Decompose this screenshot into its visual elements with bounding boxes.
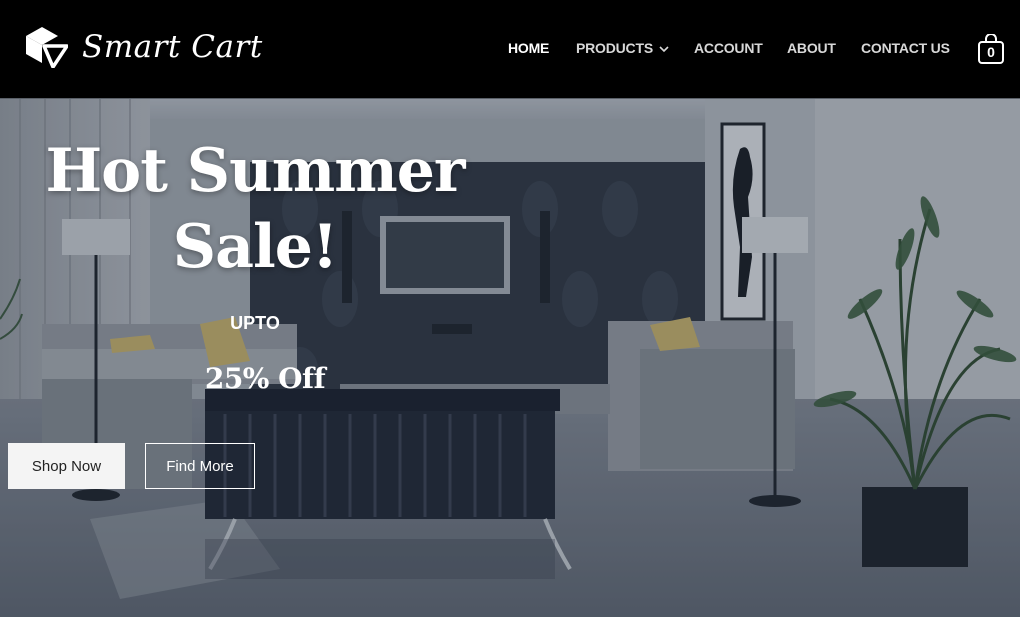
shop-now-button[interactable]: Shop Now: [8, 443, 125, 489]
hero-title-line2: Sale!: [172, 212, 339, 282]
nav-home[interactable]: HOME: [508, 40, 549, 56]
chevron-down-icon: [659, 46, 669, 53]
hero-title: Hot Summer Sale!: [40, 133, 470, 285]
main-nav: HOME PRODUCTS ACCOUNT ABOUT CONTACT US: [0, 40, 1020, 60]
nav-about[interactable]: ABOUT: [787, 40, 836, 56]
site-header: Smart Cart HOME PRODUCTS ACCOUNT ABOUT C…: [0, 0, 1020, 99]
hero-title-line1: Hot Summer: [45, 136, 465, 206]
find-more-button[interactable]: Find More: [145, 443, 255, 489]
nav-products-label: PRODUCTS: [576, 40, 653, 56]
hero-banner: Hot Summer Sale! UPTO 25% Off Shop Now F…: [0, 99, 1020, 617]
cart-count: 0: [987, 44, 995, 60]
nav-contact[interactable]: CONTACT US: [861, 40, 950, 56]
cart-button[interactable]: 0: [977, 34, 1005, 64]
nav-account[interactable]: ACCOUNT: [694, 40, 763, 56]
hero-upto-label: UPTO: [230, 313, 280, 333]
hero-discount-text: 25% Off: [204, 362, 326, 395]
nav-products[interactable]: PRODUCTS: [576, 40, 669, 56]
